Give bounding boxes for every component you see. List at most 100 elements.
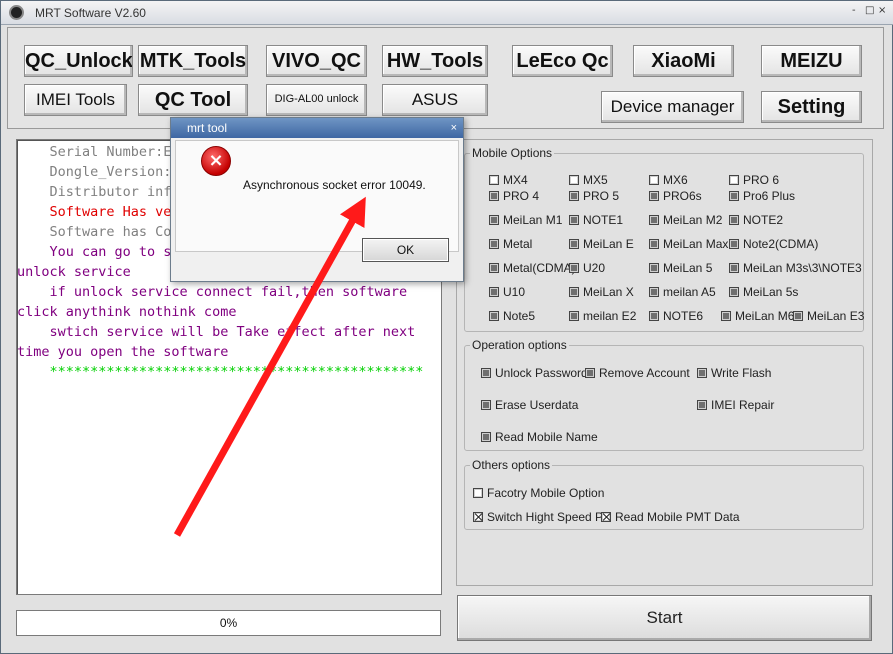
checkbox-box[interactable] (481, 368, 491, 378)
mobile-option-checkbox[interactable]: PRO 4 (489, 189, 539, 203)
dig-al00-unlock-button[interactable]: DIG-AL00 unlock (266, 84, 367, 116)
mobile-option-checkbox[interactable]: MeiLan M1 (489, 213, 562, 227)
progress-bar: 0% (16, 610, 441, 636)
read-mobile-name-checkbox[interactable]: Read Mobile Name (481, 430, 598, 444)
checkbox-box[interactable] (489, 215, 499, 225)
mobile-option-checkbox[interactable]: MeiLan Max (649, 237, 728, 251)
mobile-option-checkbox[interactable]: PRO 5 (569, 189, 619, 203)
checkbox-box[interactable] (649, 263, 659, 273)
mobile-option-checkbox[interactable]: MeiLan X (569, 285, 634, 299)
mobile-option-checkbox[interactable]: PRO6s (649, 189, 702, 203)
mobile-option-checkbox[interactable]: MeiLan 5s (729, 285, 798, 299)
imei-tools-button[interactable]: IMEI Tools (24, 84, 127, 116)
checkbox-box[interactable] (649, 175, 659, 185)
setting-button[interactable]: Setting (761, 91, 862, 123)
checkbox-box[interactable] (729, 287, 739, 297)
checkbox-box[interactable] (473, 512, 483, 522)
checkbox-box[interactable] (569, 239, 579, 249)
mobile-option-checkbox[interactable]: MeiLan M6 (721, 309, 794, 323)
mobile-option-checkbox[interactable]: MeiLan M3s\3\NOTE3 (729, 261, 862, 275)
erase-userdata-checkbox[interactable]: Erase Userdata (481, 398, 578, 412)
xiaomi-button[interactable]: XiaoMi (633, 45, 734, 77)
checkbox-box[interactable] (489, 191, 499, 201)
device-manager-button[interactable]: Device manager (601, 91, 744, 123)
imei-repair-checkbox[interactable]: IMEI Repair (697, 398, 774, 412)
mobile-option-label: PRO 5 (583, 189, 620, 203)
checkbox-box[interactable] (721, 311, 731, 321)
ok-button[interactable]: OK (362, 238, 449, 262)
start-button[interactable]: Start (457, 595, 872, 641)
mobile-option-checkbox[interactable]: MX4 (489, 173, 528, 187)
checkbox-box[interactable] (793, 311, 803, 321)
checkbox-box[interactable] (729, 263, 739, 273)
checkbox-box[interactable] (473, 488, 483, 498)
read-mobile-pmt-checkbox[interactable]: Read Mobile PMT Data (601, 510, 740, 524)
mobile-option-checkbox[interactable]: Note2(CDMA) (729, 237, 818, 251)
unlock-password-checkbox[interactable]: Unlock Password (481, 366, 588, 380)
checkbox-box[interactable] (569, 175, 579, 185)
mobile-option-checkbox[interactable]: U10 (489, 285, 525, 299)
mobile-option-checkbox[interactable]: Metal (489, 237, 532, 251)
checkbox-box[interactable] (649, 191, 659, 201)
mobile-option-label: meilan E2 (583, 309, 637, 323)
leeco-qc-button[interactable]: LeEco Qc (512, 45, 613, 77)
checkbox-box[interactable] (649, 287, 659, 297)
checkbox-box[interactable] (729, 239, 739, 249)
dialog-title-bar[interactable]: mrt tool × (171, 118, 463, 138)
vivo-qc-button[interactable]: VIVO_QC (266, 45, 367, 77)
checkbox-box[interactable] (601, 512, 611, 522)
checkbox-box[interactable] (697, 368, 707, 378)
checkbox-box[interactable] (569, 215, 579, 225)
checkbox-box[interactable] (569, 287, 579, 297)
mobile-option-checkbox[interactable]: Note5 (489, 309, 535, 323)
mobile-option-checkbox[interactable]: PRO 6 (729, 173, 779, 187)
checkbox-box[interactable] (569, 311, 579, 321)
checkbox-box[interactable] (569, 191, 579, 201)
hw-tools-button[interactable]: HW_Tools (382, 45, 488, 77)
mobile-option-checkbox[interactable]: MeiLan E (569, 237, 634, 251)
close-button[interactable]: × (878, 6, 888, 16)
mobile-option-checkbox[interactable]: MeiLan E3 (793, 309, 864, 323)
checkbox-box[interactable] (729, 175, 739, 185)
dialog-close-icon[interactable]: × (451, 118, 457, 138)
title-bar[interactable]: MRT Software V2.60 - □ × (1, 1, 893, 25)
mobile-option-checkbox[interactable]: NOTE6 (649, 309, 703, 323)
checkbox-box[interactable] (489, 263, 499, 273)
checkbox-box[interactable] (481, 400, 491, 410)
meizu-button[interactable]: MEIZU (761, 45, 862, 77)
mobile-option-checkbox[interactable]: MX6 (649, 173, 688, 187)
checkbox-box[interactable] (649, 215, 659, 225)
switch-high-speed-port-checkbox[interactable]: Switch Hight Speed Por (473, 510, 601, 524)
checkbox-box[interactable] (489, 239, 499, 249)
mobile-option-checkbox[interactable]: NOTE1 (569, 213, 623, 227)
mtk-tools-button[interactable]: MTK_Tools (138, 45, 248, 77)
mobile-option-checkbox[interactable]: MeiLan M2 (649, 213, 722, 227)
checkbox-box[interactable] (649, 311, 659, 321)
checkbox-box[interactable] (489, 311, 499, 321)
checkbox-box[interactable] (649, 239, 659, 249)
checkbox-box[interactable] (489, 287, 499, 297)
minimize-button[interactable]: - (852, 6, 862, 16)
checkbox-box[interactable] (729, 191, 739, 201)
checkbox-box[interactable] (729, 215, 739, 225)
checkbox-box[interactable] (489, 175, 499, 185)
qc-tool-button[interactable]: QC Tool (138, 84, 248, 116)
mobile-option-checkbox[interactable]: MX5 (569, 173, 608, 187)
factory-mobile-option-checkbox[interactable]: Facotry Mobile Option (473, 486, 604, 500)
checkbox-box[interactable] (697, 400, 707, 410)
checkbox-box[interactable] (569, 263, 579, 273)
write-flash-checkbox[interactable]: Write Flash (697, 366, 771, 380)
mobile-option-checkbox[interactable]: meilan E2 (569, 309, 636, 323)
mobile-option-checkbox[interactable]: MeiLan 5 (649, 261, 712, 275)
asus-button[interactable]: ASUS (382, 84, 488, 116)
maximize-button[interactable]: □ (865, 6, 875, 16)
checkbox-box[interactable] (585, 368, 595, 378)
mobile-option-checkbox[interactable]: NOTE2 (729, 213, 783, 227)
qc-unlock-button[interactable]: QC_Unlock (24, 45, 133, 77)
remove-account-checkbox[interactable]: Remove Account (585, 366, 690, 380)
mobile-option-checkbox[interactable]: meilan A5 (649, 285, 716, 299)
mobile-option-checkbox[interactable]: Pro6 Plus (729, 189, 795, 203)
mobile-option-checkbox[interactable]: U20 (569, 261, 605, 275)
checkbox-box[interactable] (481, 432, 491, 442)
mobile-option-checkbox[interactable]: Metal(CDMA) (489, 261, 576, 275)
